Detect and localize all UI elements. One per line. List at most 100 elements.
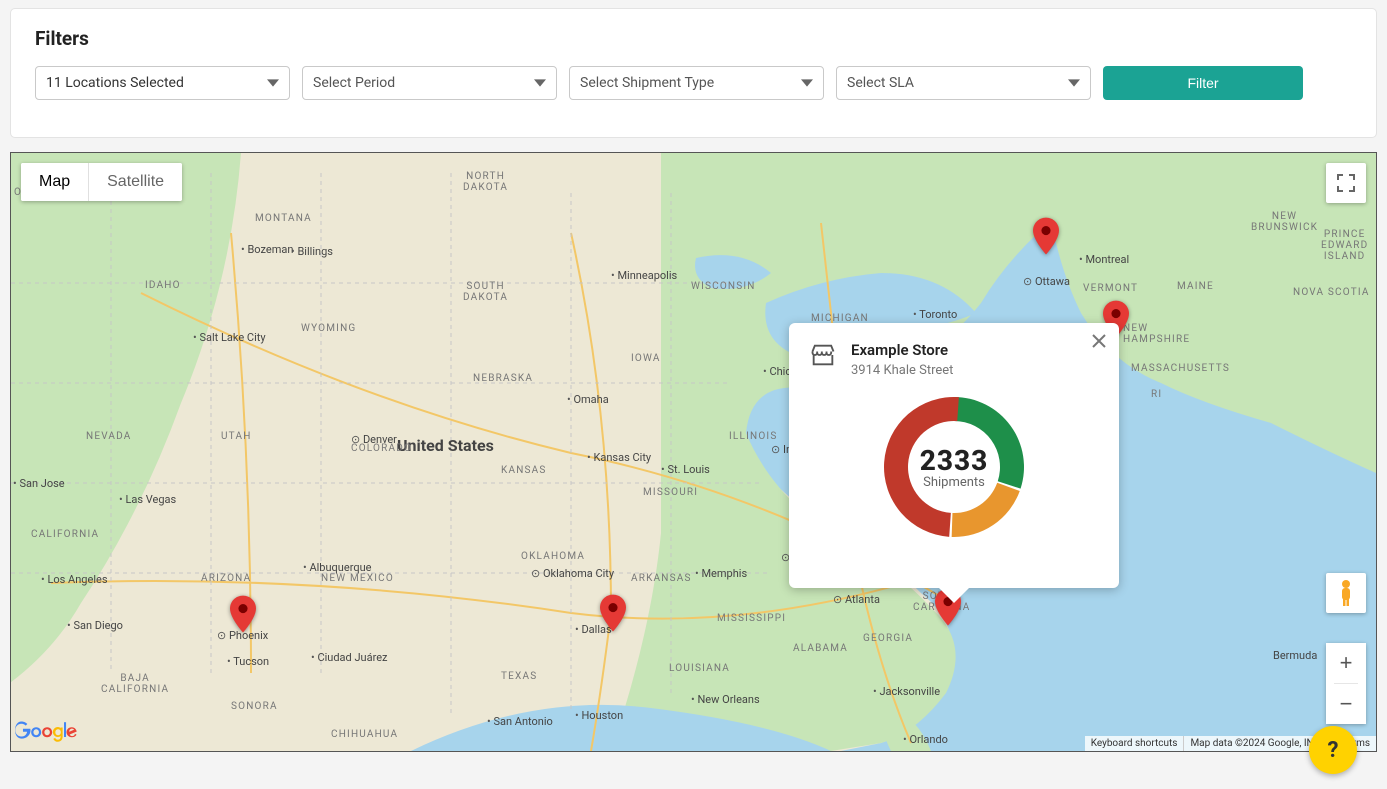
marker-tucson[interactable]	[230, 595, 256, 633]
city-san-antonio: San Antonio	[487, 715, 553, 728]
zoom-in-button[interactable]: +	[1326, 643, 1366, 683]
state-wyoming: WYOMING	[301, 323, 356, 334]
store-name: Example Store	[851, 341, 953, 359]
state-vermont: VERMONT	[1083, 283, 1138, 294]
city-minneapolis: Minneapolis	[611, 269, 677, 282]
state-new-mexico: NEW MEXICO	[321, 573, 394, 584]
city-new-orleans: New Orleans	[691, 693, 760, 706]
map-type-satellite-button[interactable]: Satellite	[89, 163, 182, 201]
marker-dallas[interactable]	[600, 594, 626, 632]
chevron-down-icon	[534, 77, 546, 89]
info-title-block: Example Store 3914 Khale Street	[851, 341, 953, 378]
donut-center: 2333 Shipments	[809, 392, 1099, 542]
state-nebraska: NEBRASKA	[473, 373, 533, 384]
pegman-button[interactable]	[1326, 573, 1366, 613]
city-ottawa: Ottawa	[1023, 275, 1070, 288]
city-bozeman: Bozeman	[241, 243, 293, 256]
state-rhode-island: RI	[1151, 389, 1162, 400]
label-bermuda: Bermuda	[1273, 649, 1317, 662]
sla-select-label: Select SLA	[847, 75, 914, 91]
state-kansas: KANSAS	[501, 465, 547, 476]
city-albuquerque: Albuquerque	[303, 561, 371, 574]
state-arizona: ARIZONA	[201, 573, 251, 584]
city-orlando: Orlando	[903, 733, 948, 746]
store-info-card: Example Store 3914 Khale Street 2333 Shi…	[789, 323, 1119, 588]
city-st-louis: St. Louis	[661, 463, 710, 476]
state-alabama: ALABAMA	[793, 643, 848, 654]
state-north-dakota: NORTH DAKOTA	[463, 171, 508, 193]
marker-ottawa[interactable]	[1033, 217, 1059, 255]
state-chihuahua: CHIHUAHUA	[331, 729, 398, 740]
state-texas: TEXAS	[501, 671, 537, 682]
sla-select[interactable]: Select SLA	[836, 66, 1091, 100]
store-address: 3914 Khale Street	[851, 363, 953, 378]
state-south-dakota: SOUTH DAKOTA	[463, 281, 508, 303]
city-toronto: Toronto	[913, 308, 957, 321]
google-logo	[15, 721, 77, 747]
city-denver: Denver	[351, 433, 397, 446]
city-omaha: Omaha	[567, 393, 609, 406]
city-atlanta: Atlanta	[833, 593, 880, 606]
city-salt-lake: Salt Lake City	[193, 331, 266, 344]
state-nova-scotia: NOVA SCOTIA	[1293, 287, 1370, 298]
fullscreen-button[interactable]	[1326, 163, 1366, 203]
chevron-down-icon	[1068, 77, 1080, 89]
locations-select-label: 11 Locations Selected	[46, 75, 184, 91]
donut-chart: 2333 Shipments	[809, 392, 1099, 542]
state-georgia: GEORGIA	[863, 633, 913, 644]
chevron-down-icon	[801, 77, 813, 89]
city-san-diego: San Diego	[67, 619, 123, 632]
filters-panel: Filters 11 Locations Selected Select Per…	[10, 8, 1377, 138]
state-maine: MAINE	[1177, 281, 1214, 292]
info-header: Example Store 3914 Khale Street	[809, 341, 1099, 378]
donut-label: Shipments	[923, 475, 985, 490]
state-baja: BAJA CALIFORNIA	[101, 673, 169, 695]
city-los-angeles: Los Angeles	[41, 573, 108, 586]
city-kansas-city: Kansas City	[587, 451, 651, 464]
city-billings: Billings	[291, 245, 333, 258]
period-select[interactable]: Select Period	[302, 66, 557, 100]
store-icon	[809, 341, 837, 369]
close-button[interactable]	[1091, 333, 1107, 353]
state-arkansas: ARKANSAS	[631, 573, 692, 584]
keyboard-shortcuts-link[interactable]: Keyboard shortcuts	[1085, 736, 1184, 751]
city-jacksonville: Jacksonville	[873, 685, 940, 698]
state-montana: MONTANA	[255, 213, 312, 224]
city-ciudad-juarez: Ciudad Juárez	[311, 651, 388, 664]
filters-title: Filters	[35, 27, 1352, 50]
city-montreal: Montreal	[1079, 253, 1129, 266]
map-type-map-button[interactable]: Map	[21, 163, 88, 201]
close-icon	[1091, 333, 1107, 349]
state-pei: PRINCE EDWARD ISLAND	[1321, 229, 1368, 262]
help-button[interactable]: ?	[1309, 726, 1357, 774]
chevron-down-icon	[267, 77, 279, 89]
state-oklahoma: OKLAHOMA	[521, 551, 585, 562]
filter-button[interactable]: Filter	[1103, 66, 1303, 100]
filters-row: 11 Locations Selected Select Period Sele…	[35, 66, 1352, 100]
state-nevada: NEVADA	[86, 431, 132, 442]
city-san-jose: San Jose	[13, 477, 65, 490]
state-idaho: IDAHO	[145, 280, 181, 291]
locations-select[interactable]: 11 Locations Selected	[35, 66, 290, 100]
state-wisconsin: WISCONSIN	[691, 281, 756, 292]
city-memphis: Memphis	[695, 567, 747, 580]
map-container[interactable]: United States OREGON IDAHO MONTANA NORTH…	[10, 152, 1377, 752]
zoom-controls: + −	[1326, 643, 1366, 724]
city-las-vegas: Las Vegas	[119, 493, 176, 506]
state-california: CALIFORNIA	[31, 529, 99, 540]
pegman-icon	[1336, 579, 1356, 607]
state-sonora: SONORA	[231, 701, 278, 712]
shipment-type-select[interactable]: Select Shipment Type	[569, 66, 824, 100]
state-illinois: ILLINOIS	[729, 431, 777, 442]
city-tucson: Tucson	[227, 655, 269, 668]
shipment-type-select-label: Select Shipment Type	[580, 75, 714, 91]
donut-count: 2333	[920, 444, 989, 477]
state-massachusetts: MASSACHUSETTS	[1131, 363, 1230, 374]
zoom-out-button[interactable]: −	[1326, 684, 1366, 724]
state-new-brunswick: NEW BRUNSWICK	[1251, 211, 1318, 233]
state-new-hampshire: NEW HAMPSHIRE	[1123, 323, 1190, 345]
state-iowa: IOWA	[631, 353, 661, 364]
city-houston: Houston	[575, 709, 623, 722]
state-utah: UTAH	[221, 431, 252, 442]
map-background	[11, 153, 1376, 751]
